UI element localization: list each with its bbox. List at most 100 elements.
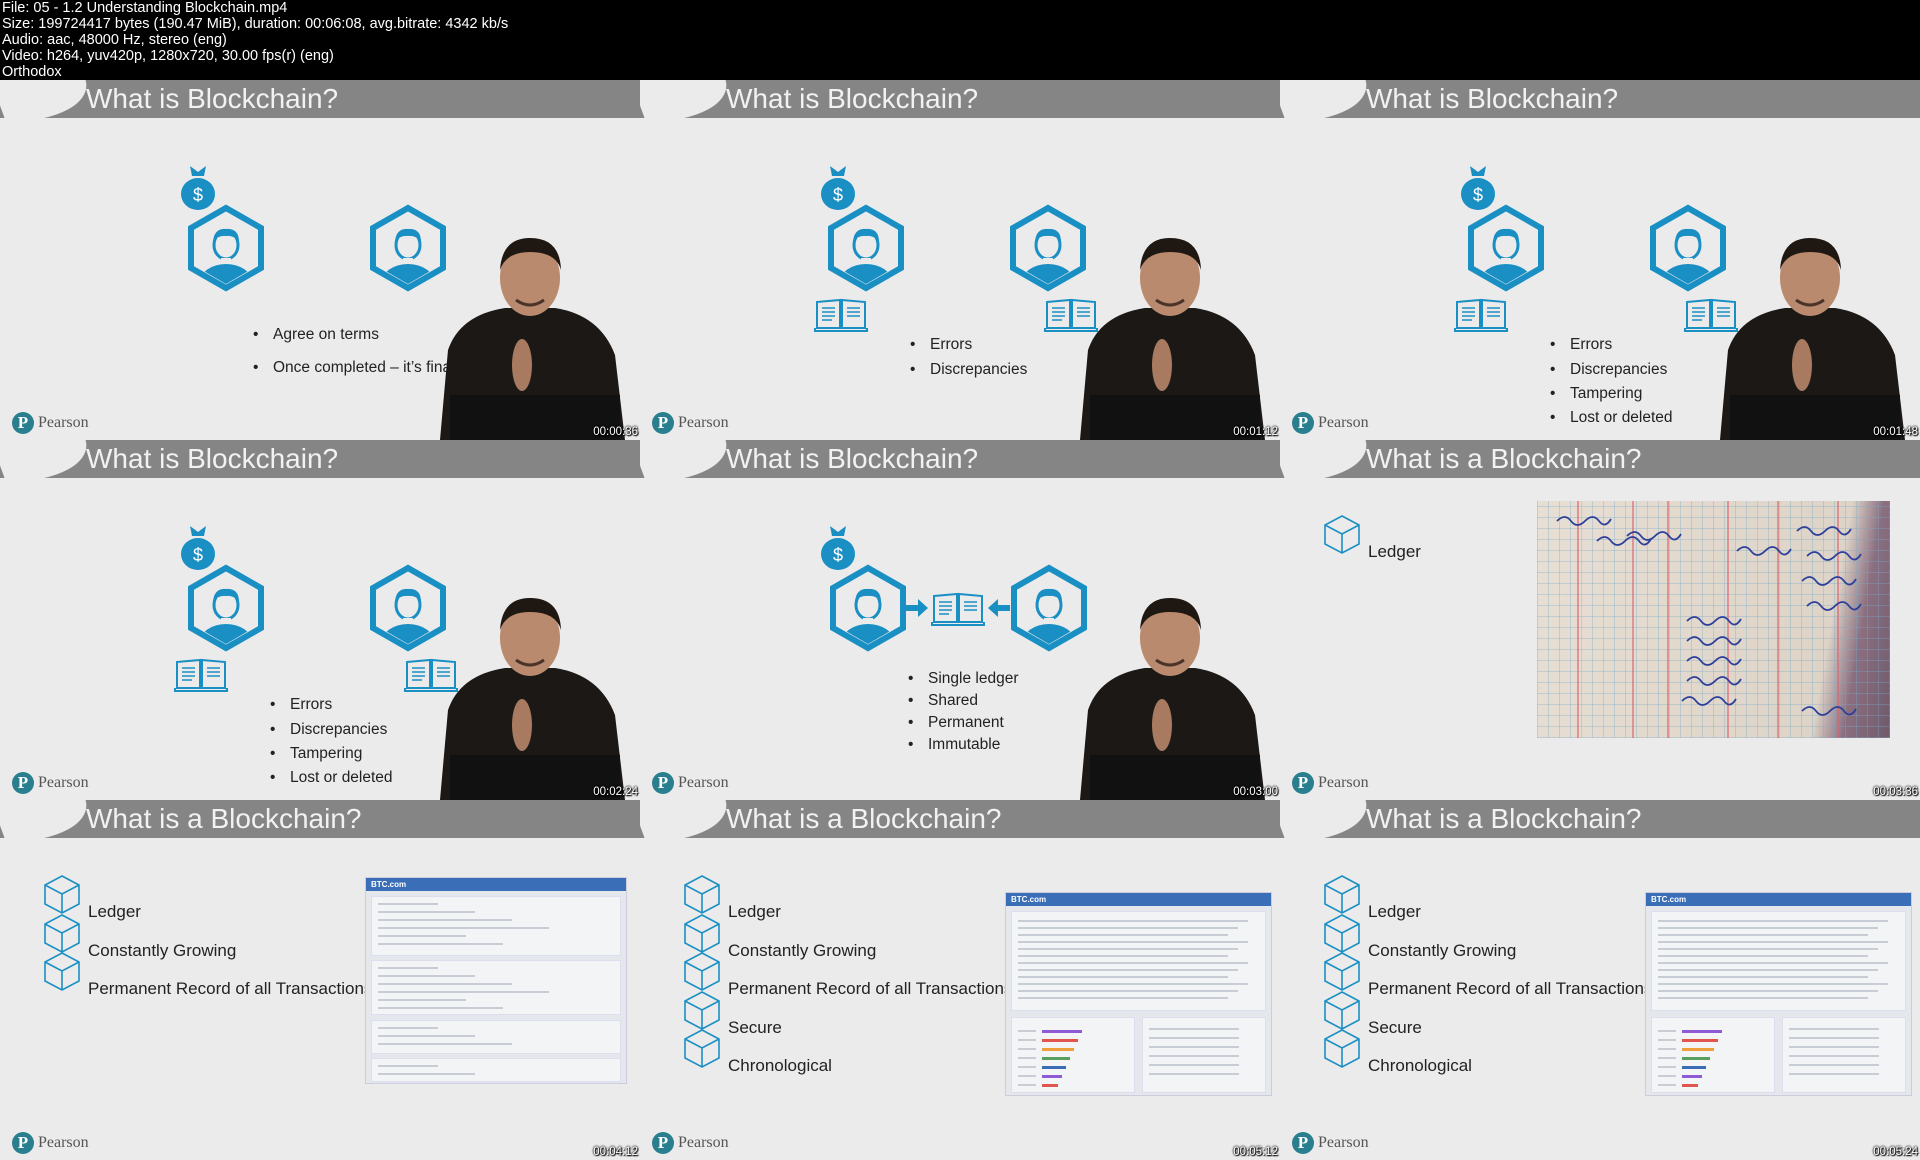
video-thumbnail[interactable]: What is Blockchain? $ Errors Discrepancies… (1280, 80, 1920, 440)
cube-icon (1324, 875, 1360, 914)
bullet-item: Errors (270, 696, 332, 714)
video-thumbnail[interactable]: What is Blockchain? $ Errors Discrepancies… (0, 440, 640, 800)
pearson-logo: P Pearson (652, 412, 729, 434)
person-hex-icon (188, 204, 264, 292)
bullet-item: Tampering (1550, 385, 1642, 403)
cube-icon (1324, 515, 1360, 554)
slide-title: What is Blockchain? (726, 83, 979, 114)
video-thumbnail[interactable]: What is a Blockchain? Ledger Constantly Gr… (640, 800, 1280, 1160)
pearson-logo-icon: P (1292, 772, 1314, 794)
bullet-item: Tampering (270, 745, 362, 763)
bullet-item: Permanent (908, 714, 1004, 732)
file-info-line: Orthodox (2, 64, 62, 80)
timestamp: 00:03:36 (1873, 786, 1918, 798)
pearson-logo: P Pearson (1292, 1132, 1369, 1154)
svg-text:$: $ (193, 545, 203, 565)
video-thumbnail[interactable]: What is a Blockchain? Ledger Constantly Gr… (1280, 800, 1920, 1160)
timestamp: 00:05:24 (1873, 1146, 1918, 1158)
cube-icon (684, 875, 720, 914)
svg-text:$: $ (833, 185, 843, 205)
pearson-logo-text: Pearson (1318, 1134, 1369, 1151)
slide-title: What is Blockchain? (86, 443, 339, 474)
label-item: Constantly Growing (1368, 941, 1517, 960)
pearson-logo-icon: P (652, 772, 674, 794)
bullet-item: Once completed – it’s final (253, 359, 454, 377)
label-item: Ledger (1368, 902, 1421, 921)
presenter-video (1720, 238, 1905, 440)
pearson-logo: P Pearson (12, 772, 89, 794)
label-item: Ledger (728, 902, 781, 921)
video-thumbnail[interactable]: What is a Blockchain? Ledger P Pearson 00:03… (1280, 440, 1920, 800)
bullet-item: Discrepancies (1550, 361, 1667, 379)
pearson-logo-icon: P (1292, 1132, 1314, 1154)
pearson-logo-icon: P (12, 772, 34, 794)
person-hex-icon (830, 564, 906, 652)
slide-title: What is a Blockchain? (1366, 803, 1642, 834)
bullet-item: Immutable (908, 736, 1000, 754)
video-thumbnail[interactable]: What is Blockchain? $ Agree on terms Once … (0, 80, 640, 440)
arrow-right-icon (906, 599, 928, 617)
pearson-logo: P Pearson (12, 412, 89, 434)
timestamp: 00:04:12 (593, 1146, 638, 1158)
timestamp: 00:01:12 (1233, 426, 1278, 438)
slide-title: What is a Blockchain? (726, 803, 1002, 834)
label-item: Permanent Record of all Transactions (88, 979, 373, 998)
pearson-logo: P Pearson (652, 772, 729, 794)
label-item: Secure (1368, 1018, 1422, 1037)
book-icon (814, 298, 868, 332)
label-item: Constantly Growing (88, 941, 237, 960)
pearson-logo-text: Pearson (678, 1134, 729, 1151)
bullet-item: Shared (908, 692, 978, 710)
presenter-video (440, 598, 625, 800)
person-hex-icon (188, 564, 264, 652)
pearson-logo: P Pearson (652, 1132, 729, 1154)
slide-title: What is Blockchain? (1366, 83, 1619, 114)
pearson-logo-text: Pearson (38, 1134, 89, 1151)
timestamp: 00:01:48 (1873, 426, 1918, 438)
cube-icon (1324, 913, 1360, 953)
pearson-logo-icon: P (1292, 412, 1314, 434)
btc-explorer-screenshot: BTC.com (1005, 892, 1272, 1096)
pearson-logo-icon: P (12, 1132, 34, 1154)
pearson-logo-icon: P (12, 412, 34, 434)
presenter-video (440, 238, 625, 440)
slide-title: What is Blockchain? (86, 83, 339, 114)
cube-icon (684, 952, 720, 991)
btc-explorer-screenshot: BTC.com (1645, 892, 1912, 1096)
presenter-video (1080, 238, 1265, 440)
cube-icon (44, 913, 80, 953)
video-thumbnail[interactable]: What is Blockchain? $ Errors Discrepancies… (640, 80, 1280, 440)
label-item: Ledger (1368, 542, 1421, 561)
svg-text:$: $ (193, 185, 203, 205)
cube-icon (44, 952, 80, 991)
cube-icon (44, 875, 80, 914)
timestamp: 00:05:12 (1233, 1146, 1278, 1158)
pearson-logo-text: Pearson (678, 414, 729, 431)
btc-site-logo: BTC.com (1646, 893, 1911, 906)
label-item: Ledger (88, 902, 141, 921)
book-icon (174, 658, 228, 692)
cube-icon (684, 990, 720, 1030)
pearson-logo: P Pearson (1292, 772, 1369, 794)
file-info-line: Size: 199724417 bytes (190.47 MiB), dura… (2, 16, 509, 32)
pearson-logo-icon: P (652, 1132, 674, 1154)
video-thumbnail[interactable]: What is Blockchain? $ Single ledger Shared… (640, 440, 1280, 800)
label-item: Chronological (728, 1056, 832, 1075)
bullet-item: Discrepancies (270, 721, 387, 739)
label-item: Constantly Growing (728, 941, 877, 960)
bullet-item: Single ledger (908, 670, 1019, 688)
bullet-item: Lost or deleted (1550, 409, 1672, 427)
btc-site-logo: BTC.com (366, 878, 626, 891)
cube-icon (1324, 990, 1360, 1030)
file-info-line: Audio: aac, 48000 Hz, stereo (eng) (2, 32, 227, 48)
book-icon (1454, 298, 1508, 332)
presenter-video (1080, 598, 1265, 800)
file-info-line: Video: h264, yuv420p, 1280x720, 30.00 fp… (2, 48, 334, 64)
slide-title: What is a Blockchain? (86, 803, 362, 834)
slide-title: What is Blockchain? (726, 443, 979, 474)
pearson-logo: P Pearson (12, 1132, 89, 1154)
label-item: Chronological (1368, 1056, 1472, 1075)
label-item: Permanent Record of all Transactions (1368, 979, 1653, 998)
svg-text:$: $ (833, 545, 843, 565)
video-thumbnail[interactable]: What is a Blockchain? Ledger Constantly Gr… (0, 800, 640, 1160)
